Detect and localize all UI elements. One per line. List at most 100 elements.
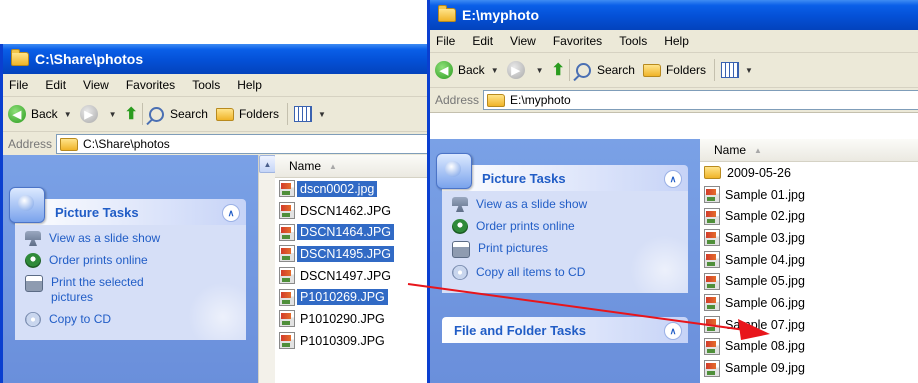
task-copy-to-cd[interactable]: Copy to CD bbox=[25, 312, 246, 327]
task-print-selected[interactable]: Print the selected pictures bbox=[25, 275, 246, 305]
window-body: Picture Tasks ∧ View as a slide show Ord… bbox=[430, 139, 918, 383]
jpeg-image-icon bbox=[704, 294, 720, 312]
back-button[interactable]: ◀ Back ▼ bbox=[435, 61, 499, 79]
views-button[interactable]: ▼ bbox=[720, 62, 753, 78]
dropdown-arrow-icon[interactable]: ▼ bbox=[318, 110, 326, 119]
scroll-up-icon[interactable]: ▲ bbox=[259, 155, 276, 173]
jpeg-image-icon bbox=[279, 180, 295, 198]
file-name: P1010269.JPG bbox=[297, 289, 388, 306]
file-row[interactable]: Sample 07.jpg bbox=[704, 314, 918, 336]
file-row[interactable]: Sample 02.jpg bbox=[704, 205, 918, 227]
task-order-prints[interactable]: Order prints online bbox=[452, 219, 688, 234]
task-label: Order prints online bbox=[476, 219, 575, 233]
file-row[interactable]: DSCN1497.JPG bbox=[279, 265, 431, 287]
menu-help[interactable]: Help bbox=[664, 34, 689, 48]
search-button[interactable]: Search bbox=[575, 62, 635, 78]
dropdown-arrow-icon[interactable]: ▼ bbox=[64, 110, 72, 119]
file-name: DSCN1495.JPG bbox=[297, 245, 395, 262]
file-row[interactable]: Sample 01.jpg bbox=[704, 184, 918, 206]
order-prints-icon bbox=[25, 253, 41, 268]
file-row[interactable]: DSCN1462.JPG bbox=[279, 200, 431, 222]
menu-favorites[interactable]: Favorites bbox=[553, 34, 602, 48]
views-button[interactable]: ▼ bbox=[293, 106, 326, 122]
file-name: 2009-05-26 bbox=[727, 165, 791, 180]
menu-tools[interactable]: Tools bbox=[619, 34, 647, 48]
column-header-name[interactable]: Name ▲ bbox=[700, 139, 918, 162]
order-prints-icon bbox=[452, 219, 468, 234]
task-view-slideshow[interactable]: View as a slide show bbox=[25, 231, 246, 246]
forward-button[interactable]: ▶ ▼ bbox=[506, 61, 544, 79]
task-label: Order prints online bbox=[49, 253, 148, 267]
dropdown-arrow-icon[interactable]: ▼ bbox=[536, 66, 544, 75]
title-bar[interactable]: E:\myphoto bbox=[430, 0, 918, 30]
collapse-chevron-icon[interactable]: ∧ bbox=[222, 204, 240, 222]
dropdown-arrow-icon[interactable]: ▼ bbox=[491, 66, 499, 75]
jpeg-image-icon bbox=[704, 337, 720, 355]
task-order-prints[interactable]: Order prints online bbox=[25, 253, 246, 268]
file-name: Sample 06.jpg bbox=[725, 295, 805, 310]
file-row[interactable]: P1010269.JPG bbox=[279, 286, 431, 308]
slideshow-icon bbox=[452, 197, 468, 212]
file-row[interactable]: Sample 06.jpg bbox=[704, 292, 918, 314]
column-header-name[interactable]: Name ▲ bbox=[275, 155, 431, 178]
folder-icon bbox=[60, 137, 79, 151]
up-folder-icon[interactable]: ⬆ bbox=[552, 60, 565, 80]
dropdown-arrow-icon[interactable]: ▼ bbox=[109, 110, 117, 119]
task-view-slideshow[interactable]: View as a slide show bbox=[452, 197, 688, 212]
file-row[interactable]: dscn0002.jpg bbox=[279, 178, 431, 200]
file-row[interactable]: Sample 04.jpg bbox=[704, 249, 918, 271]
task-pane: Picture Tasks ∧ View as a slide show Ord… bbox=[430, 139, 700, 383]
collapse-chevron-icon[interactable]: ∧ bbox=[664, 322, 682, 340]
forward-button[interactable]: ▶ ▼ bbox=[79, 105, 117, 123]
task-copy-all-to-cd[interactable]: Copy all items to CD bbox=[452, 265, 688, 280]
scrollbar[interactable]: ▲ bbox=[258, 155, 276, 383]
folders-button[interactable]: Folders bbox=[642, 63, 706, 77]
cd-icon bbox=[25, 312, 41, 327]
picture-tasks-icon bbox=[9, 187, 45, 223]
file-name: Sample 03.jpg bbox=[725, 230, 805, 245]
menu-help[interactable]: Help bbox=[237, 78, 262, 92]
file-row[interactable]: Sample 09.jpg bbox=[704, 357, 918, 379]
address-field[interactable]: E:\myphoto bbox=[483, 90, 918, 110]
file-row[interactable]: Sample 05.jpg bbox=[704, 270, 918, 292]
folders-button[interactable]: Folders bbox=[215, 107, 279, 121]
menu-edit[interactable]: Edit bbox=[45, 78, 66, 92]
menu-view[interactable]: View bbox=[83, 78, 109, 92]
task-label: View as a slide show bbox=[476, 197, 588, 211]
file-row[interactable]: Sample 08.jpg bbox=[704, 336, 918, 358]
menu-favorites[interactable]: Favorites bbox=[126, 78, 175, 92]
sort-ascending-icon: ▲ bbox=[754, 145, 762, 155]
task-label: Print pictures bbox=[478, 241, 549, 255]
menu-tools[interactable]: Tools bbox=[192, 78, 220, 92]
picture-tasks-header[interactable]: Picture Tasks ∧ bbox=[9, 187, 246, 225]
file-row[interactable]: DSCN1464.JPG bbox=[279, 221, 431, 243]
task-label: Print the selected pictures bbox=[51, 275, 144, 304]
collapse-chevron-icon[interactable]: ∧ bbox=[664, 170, 682, 188]
file-row[interactable]: 2009-05-26 bbox=[704, 162, 918, 184]
up-folder-icon[interactable]: ⬆ bbox=[125, 104, 138, 124]
window-body: Picture Tasks ∧ View as a slide show Ord… bbox=[3, 155, 431, 383]
menu-view[interactable]: View bbox=[510, 34, 536, 48]
file-folder-tasks-header[interactable]: File and Folder Tasks ∧ bbox=[442, 317, 688, 343]
task-print-pictures[interactable]: Print pictures bbox=[452, 241, 688, 258]
folder-icon bbox=[487, 93, 506, 107]
file-row[interactable]: P1010290.JPG bbox=[279, 308, 431, 330]
dropdown-arrow-icon[interactable]: ▼ bbox=[745, 66, 753, 75]
menu-edit[interactable]: Edit bbox=[472, 34, 493, 48]
file-row[interactable]: P1010309.JPG bbox=[279, 330, 431, 352]
search-label: Search bbox=[596, 63, 635, 77]
menu-file[interactable]: File bbox=[9, 78, 28, 92]
search-button[interactable]: Search bbox=[148, 106, 208, 122]
picture-tasks-body: View as a slide show Order prints online… bbox=[15, 225, 246, 340]
menu-file[interactable]: File bbox=[436, 34, 455, 48]
search-icon bbox=[148, 106, 164, 122]
file-list-pane: Name ▲ dscn0002.jpg DSCN1462.JPG DSCN1464.… bbox=[275, 155, 431, 383]
back-button[interactable]: ◀ Back ▼ bbox=[8, 105, 72, 123]
search-label: Search bbox=[169, 107, 208, 121]
address-field[interactable]: C:\Share\photos bbox=[56, 134, 431, 154]
file-list-pane: Name ▲ 2009-05-26 Sample 01.jpg Sample 02.… bbox=[700, 139, 918, 383]
file-row[interactable]: Sample 03.jpg bbox=[704, 227, 918, 249]
title-bar[interactable]: C:\Share\photos bbox=[3, 44, 431, 74]
picture-tasks-header[interactable]: Picture Tasks ∧ bbox=[436, 153, 688, 191]
file-row[interactable]: DSCN1495.JPG bbox=[279, 243, 431, 265]
